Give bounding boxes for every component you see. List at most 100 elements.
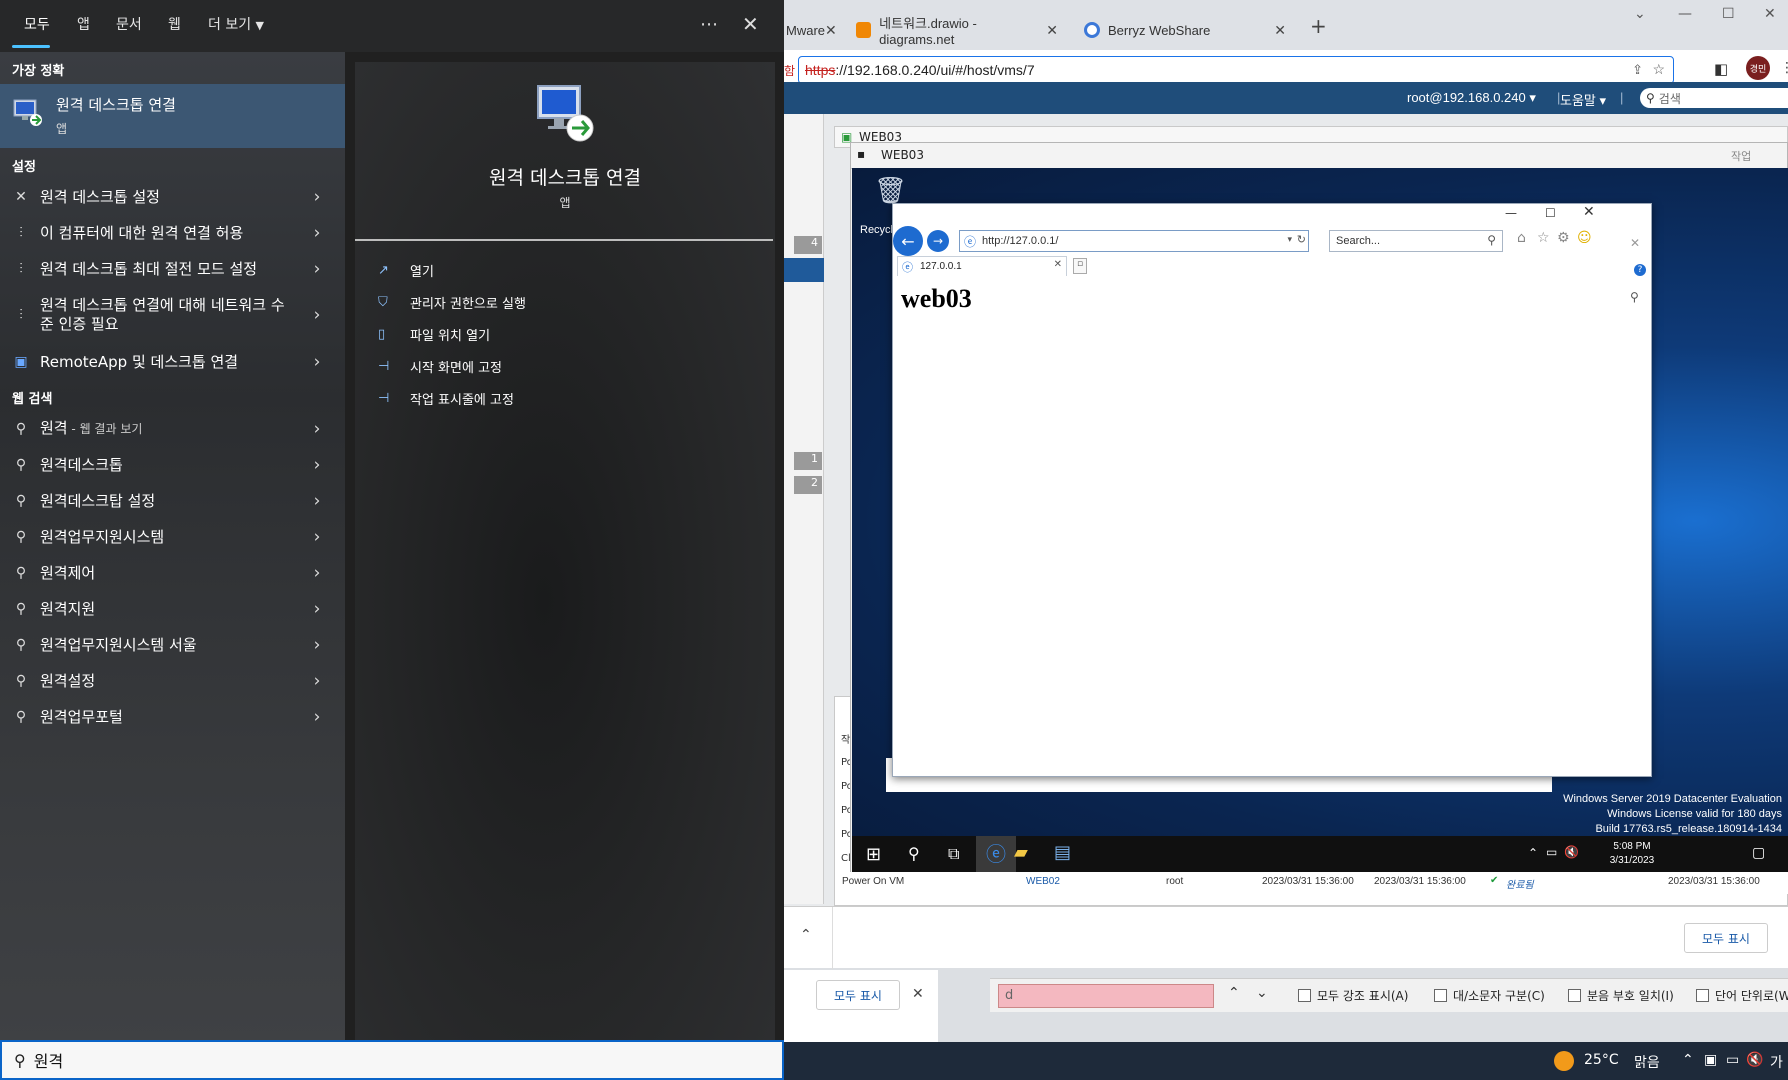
web-result-item[interactable]: ⚲ 원격데스크톱 › — [0, 447, 345, 483]
refresh-icon[interactable]: ↻ — [1297, 233, 1306, 246]
minimize-icon[interactable]: — — [1505, 206, 1517, 220]
weather-condition[interactable]: 맑음 — [1634, 1052, 1660, 1072]
show-all-button[interactable]: 모두 표시 — [816, 980, 900, 1010]
feedback-smiley-icon[interactable]: ☺ — [1577, 230, 1592, 246]
browser-tab[interactable]: 네트워크.drawio - diagrams.net ✕ — [846, 10, 1068, 50]
scope-tab-web[interactable]: 웹 — [168, 0, 181, 50]
find-input[interactable]: d — [998, 984, 1214, 1008]
web-result-item[interactable]: ⚲ 원격업무포털 › — [0, 699, 345, 735]
find-next-icon[interactable]: ⌄ — [1256, 985, 1268, 1001]
vm-clock[interactable]: 5:08 PM 3/31/2023 — [1592, 840, 1672, 868]
browser-tab[interactable]: Berryz WebShare ✕ — [1074, 10, 1296, 50]
share-icon[interactable]: ⇪ — [1632, 62, 1643, 78]
find-option[interactable]: 모두 강조 표시(A) — [1298, 987, 1408, 1004]
close-tab-icon[interactable]: ✕ — [1046, 22, 1058, 39]
task-target[interactable]: WEB02 — [1026, 876, 1060, 887]
file-explorer-icon[interactable]: ▰ — [1014, 842, 1028, 863]
action-pin-to-start[interactable]: ⊣ 시작 화면에 고정 — [378, 352, 502, 380]
side-panel-icon[interactable]: ◧ — [1714, 60, 1728, 78]
web-result-item[interactable]: ⚲ 원격업무지원시스템 서울 › — [0, 627, 345, 663]
close-window-icon[interactable]: ✕ — [1764, 6, 1776, 22]
tab-search-icon[interactable]: ⌄ — [1634, 6, 1646, 22]
weather-temp[interactable]: 25°C — [1584, 1052, 1619, 1068]
close-tab-icon[interactable]: ✕ — [1054, 259, 1062, 270]
settings-item[interactable]: ⫶ 이 컴퓨터에 대한 원격 연결 허용 › — [0, 215, 345, 251]
favorites-star-icon[interactable]: ☆ — [1537, 230, 1550, 246]
search-icon[interactable]: ⚲ — [1630, 290, 1639, 304]
server-manager-icon[interactable]: ▤ — [1054, 842, 1071, 863]
settings-item[interactable]: ✕ 원격 데스크톱 설정 › — [0, 179, 345, 215]
bookmark-star-icon[interactable]: ☆ — [1652, 61, 1665, 78]
ime-indicator[interactable]: 가 — [1770, 1052, 1783, 1072]
ie-search-field[interactable]: Search... ⚲ — [1329, 230, 1503, 252]
search-box[interactable]: ⚲ — [0, 1040, 784, 1080]
web-result-item[interactable]: ⚲ 원격업무지원시스템 › — [0, 519, 345, 555]
profile-avatar[interactable]: 경민 — [1746, 56, 1770, 80]
find-option[interactable]: 단어 단위로(W) — [1696, 987, 1788, 1004]
close-icon[interactable]: ✕ — [1630, 236, 1640, 250]
close-icon[interactable]: ✕ — [742, 12, 759, 36]
chevron-up-icon[interactable]: ⌃ — [800, 927, 812, 943]
network-icon[interactable]: ▭ — [1726, 1052, 1739, 1068]
maximize-icon[interactable]: ☐ — [1722, 6, 1735, 22]
tray-chevron-icon[interactable]: ⌃ — [1682, 1052, 1694, 1068]
close-icon[interactable]: ✕ — [912, 986, 924, 1002]
scope-tab-more[interactable]: 더 보기 ▼ — [208, 0, 264, 50]
gear-icon[interactable]: ⚙ — [1557, 230, 1570, 246]
forward-button[interactable]: → — [927, 230, 949, 252]
home-icon[interactable]: ⌂ — [1517, 230, 1526, 246]
find-option[interactable]: 대/소문자 구분(C) — [1434, 987, 1545, 1004]
minimize-icon[interactable]: — — [1678, 6, 1692, 22]
dropdown-icon[interactable]: ▾ — [1287, 234, 1292, 245]
web-result-item[interactable]: ⚲ 원격제어 › — [0, 555, 345, 591]
windows-start-icon[interactable]: ⊞ — [866, 844, 881, 865]
web-result-item[interactable]: ⚲ 원격설정 › — [0, 663, 345, 699]
scope-tab-documents[interactable]: 문서 — [116, 0, 142, 50]
maximize-icon[interactable]: ☐ — [1545, 206, 1556, 220]
menu-icon[interactable]: ⋮ — [1780, 60, 1788, 76]
ie-tab[interactable]: ⓔ 127.0.0.1 ✕ — [897, 256, 1067, 276]
settings-item[interactable]: ⫶ 원격 데스크톱 연결에 대해 네트워크 수준 인증 필요 › — [0, 290, 345, 340]
best-match-item[interactable]: 원격 데스크톱 연결 앱 — [0, 84, 345, 148]
find-option[interactable]: 분음 부호 일치(I) — [1568, 987, 1674, 1004]
new-tab-button[interactable]: + — [1310, 14, 1327, 38]
volume-muted-icon[interactable]: 🔇 — [1564, 845, 1579, 859]
esxi-search-field[interactable]: ⚲ 검색 — [1640, 88, 1788, 108]
user-menu[interactable]: root@192.168.0.240 ▾ — [1407, 90, 1536, 106]
action-open[interactable]: ↗ 열기 — [378, 256, 434, 284]
ie-address-field[interactable]: ⓔ http://127.0.0.1/ ▾ ↻ — [959, 230, 1309, 252]
checkbox[interactable] — [1568, 989, 1581, 1002]
settings-item[interactable]: ▣ RemoteApp 및 데스크톱 연결 › — [0, 344, 345, 380]
settings-item[interactable]: ⫶ 원격 데스크톱 최대 절전 모드 설정 › — [0, 251, 345, 287]
show-all-downloads-button[interactable]: 모두 표시 — [1684, 923, 1768, 953]
help-icon[interactable]: ? — [1634, 264, 1646, 276]
recycle-bin-icon[interactable]: 🗑 — [874, 176, 907, 206]
task-row[interactable]: Power On VM WEB02 root 2023/03/31 15:36:… — [836, 872, 1788, 894]
find-previous-icon[interactable]: ⌃ — [1228, 985, 1240, 1001]
action-run-as-admin[interactable]: ⛉ 관리자 권한으로 실행 — [378, 288, 526, 316]
close-tab-icon[interactable]: ✕ — [825, 22, 837, 39]
volume-icon[interactable]: 🔇 — [1746, 1052, 1763, 1068]
web-result-item[interactable]: ⚲ 원격데스크탑 설정 › — [0, 483, 345, 519]
checkbox[interactable] — [1434, 989, 1447, 1002]
search-input[interactable] — [33, 1050, 634, 1070]
network-icon[interactable]: ▭ — [1546, 845, 1557, 859]
scope-tab-all[interactable]: 모두 — [24, 0, 50, 50]
scope-tab-apps[interactable]: 앱 — [77, 0, 90, 50]
weather-sun-icon[interactable] — [1554, 1051, 1574, 1071]
web-result-item[interactable]: ⚲ 원격 - 웹 결과 보기 › — [0, 411, 345, 447]
checkbox[interactable] — [1298, 989, 1311, 1002]
tray-chevron-icon[interactable]: ⌃ — [1528, 846, 1538, 860]
close-window-icon[interactable]: ✕ — [1583, 204, 1595, 220]
web-result-item[interactable]: ⚲ 원격지원 › — [0, 591, 345, 627]
notification-icon[interactable]: ▢ — [1752, 845, 1765, 861]
ellipsis-icon[interactable]: ⋯ — [700, 14, 718, 35]
checkbox[interactable] — [1696, 989, 1709, 1002]
new-tab-icon[interactable]: ▫ — [1073, 258, 1087, 274]
close-tab-icon[interactable]: ✕ — [1274, 22, 1286, 39]
action-open-file-location[interactable]: ▯ 파일 위치 열기 — [378, 320, 490, 348]
back-button[interactable]: ← — [893, 226, 923, 256]
help-menu[interactable]: 도움말 ▾ — [1560, 90, 1606, 109]
search-icon[interactable]: ⚲ — [908, 844, 920, 863]
action-pin-to-taskbar[interactable]: ⊣ 작업 표시줄에 고정 — [378, 384, 514, 412]
